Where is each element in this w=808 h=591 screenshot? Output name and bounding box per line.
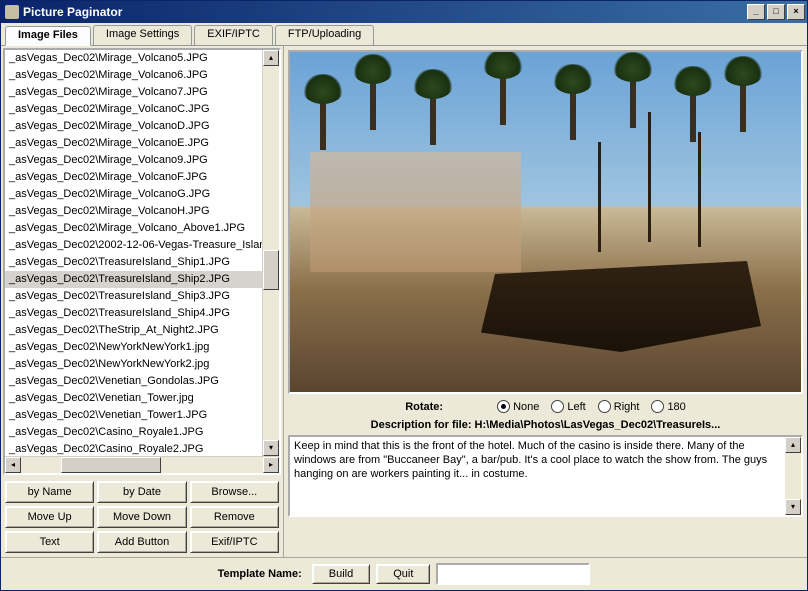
template-name-input[interactable] [436, 563, 590, 585]
file-item[interactable]: _asVegas_Dec02\Mirage_VolcanoF.JPG [5, 169, 263, 186]
radio-icon [651, 400, 664, 413]
radio-icon [497, 400, 510, 413]
tab-bar: Image Files Image Settings EXIF/IPTC FTP… [1, 23, 807, 46]
file-item[interactable]: _asVegas_Dec02\Mirage_Volcano6.JPG [5, 67, 263, 84]
file-item[interactable]: _asVegas_Dec02\Venetian_Gondolas.JPG [5, 373, 263, 390]
app-icon [5, 5, 19, 19]
add-button-button[interactable]: Add Button [97, 531, 186, 553]
rotate-row: Rotate: None Left Right [286, 396, 805, 417]
scroll-down-arrow-icon[interactable]: ▾ [263, 440, 279, 456]
hscroll-track[interactable] [21, 457, 263, 473]
rotate-right-option[interactable]: Right [598, 400, 640, 413]
rotate-left-option[interactable]: Left [551, 400, 585, 413]
browse-button[interactable]: Browse... [190, 481, 279, 503]
left-pane: _asVegas_Dec02\Mirage_Volcano5.JPG_asVeg… [1, 46, 284, 557]
tab-image-files[interactable]: Image Files [5, 26, 91, 46]
scroll-left-arrow-icon[interactable]: ◂ [5, 457, 21, 473]
tab-image-settings[interactable]: Image Settings [93, 25, 192, 45]
exif-iptc-button[interactable]: Exif/IPTC [190, 531, 279, 553]
text-button[interactable]: Text [5, 531, 94, 553]
file-list[interactable]: _asVegas_Dec02\Mirage_Volcano5.JPG_asVeg… [5, 50, 279, 456]
move-up-button[interactable]: Move Up [5, 506, 94, 528]
rotate-radio-group: None Left Right 180 [497, 400, 686, 413]
file-item[interactable]: _asVegas_Dec02\TheStrip_At_Night2.JPG [5, 322, 263, 339]
file-item[interactable]: _asVegas_Dec02\NewYorkNewYork2.jpg [5, 356, 263, 373]
file-item[interactable]: _asVegas_Dec02\TreasureIsland_Ship1.JPG [5, 254, 263, 271]
window-controls: _ □ × [747, 4, 805, 20]
titlebar: Picture Paginator _ □ × [1, 1, 807, 23]
rotate-label: Rotate: [405, 401, 443, 413]
hscroll-thumb[interactable] [61, 457, 161, 473]
app-window: Picture Paginator _ □ × Image Files Imag… [0, 0, 808, 591]
quit-button[interactable]: Quit [376, 564, 430, 584]
description-textarea[interactable]: Keep in mind that this is the front of t… [290, 437, 785, 515]
move-down-button[interactable]: Move Down [97, 506, 186, 528]
template-name-label: Template Name: [218, 568, 302, 580]
scroll-up-arrow-icon[interactable]: ▴ [263, 50, 279, 66]
footer-bar: Template Name: Build Quit [1, 557, 807, 590]
scroll-down-arrow-icon[interactable]: ▾ [785, 499, 801, 515]
close-button[interactable]: × [787, 4, 805, 20]
description-box: Keep in mind that this is the front of t… [288, 435, 803, 517]
file-item[interactable]: _asVegas_Dec02\Mirage_VolcanoG.JPG [5, 186, 263, 203]
rotate-none-label: None [513, 401, 539, 413]
rotate-180-option[interactable]: 180 [651, 400, 685, 413]
file-item[interactable]: _asVegas_Dec02\Mirage_Volcano7.JPG [5, 84, 263, 101]
scroll-up-arrow-icon[interactable]: ▴ [785, 437, 801, 453]
file-item[interactable]: _asVegas_Dec02\Venetian_Tower.jpg [5, 390, 263, 407]
file-item[interactable]: _asVegas_Dec02\TreasureIsland_Ship3.JPG [5, 288, 263, 305]
scroll-thumb[interactable] [263, 250, 279, 290]
file-list-hscrollbar[interactable]: ◂ ▸ [5, 456, 279, 473]
file-item[interactable]: _asVegas_Dec02\NewYorkNewYork1.jpg [5, 339, 263, 356]
file-item[interactable]: _asVegas_Dec02\Mirage_VolcanoC.JPG [5, 101, 263, 118]
image-preview [288, 50, 803, 394]
radio-icon [598, 400, 611, 413]
remove-button[interactable]: Remove [190, 506, 279, 528]
rotate-left-label: Left [567, 401, 585, 413]
radio-icon [551, 400, 564, 413]
button-grid: by Name by Date Browse... Move Up Move D… [1, 477, 283, 557]
file-item[interactable]: _asVegas_Dec02\Mirage_VolcanoE.JPG [5, 135, 263, 152]
by-name-button[interactable]: by Name [5, 481, 94, 503]
preview-scene [290, 52, 801, 392]
maximize-button[interactable]: □ [767, 4, 785, 20]
file-item[interactable]: _asVegas_Dec02\Venetian_Tower1.JPG [5, 407, 263, 424]
file-item[interactable]: _asVegas_Dec02\Casino_Royale2.JPG [5, 441, 263, 456]
description-file-label: Description for file: H:\Media\Photos\La… [286, 417, 805, 435]
rotate-180-label: 180 [667, 401, 685, 413]
file-item[interactable]: _asVegas_Dec02\Mirage_VolcanoD.JPG [5, 118, 263, 135]
file-item[interactable]: _asVegas_Dec02\Mirage_Volcano5.JPG [5, 50, 263, 67]
rotate-none-option[interactable]: None [497, 400, 539, 413]
tab-exif-iptc[interactable]: EXIF/IPTC [194, 25, 273, 45]
file-item[interactable]: _asVegas_Dec02\Mirage_VolcanoH.JPG [5, 203, 263, 220]
panes: _asVegas_Dec02\Mirage_Volcano5.JPG_asVeg… [1, 46, 807, 557]
description-vscrollbar[interactable]: ▴ ▾ [785, 437, 801, 515]
file-item[interactable]: _asVegas_Dec02\TreasureIsland_Ship2.JPG [5, 271, 263, 288]
file-item[interactable]: _asVegas_Dec02\2002-12-06-Vegas-Treasure… [5, 237, 263, 254]
file-item[interactable]: _asVegas_Dec02\Mirage_Volcano_Above1.JPG [5, 220, 263, 237]
file-item[interactable]: _asVegas_Dec02\TreasureIsland_Ship4.JPG [5, 305, 263, 322]
build-button[interactable]: Build [312, 564, 370, 584]
right-pane: Rotate: None Left Right [284, 46, 807, 557]
file-list-container: _asVegas_Dec02\Mirage_Volcano5.JPG_asVeg… [3, 48, 281, 475]
file-item[interactable]: _asVegas_Dec02\Casino_Royale1.JPG [5, 424, 263, 441]
file-list-vscrollbar[interactable]: ▴ ▾ [262, 50, 279, 456]
window-title: Picture Paginator [23, 5, 747, 19]
tab-ftp-uploading[interactable]: FTP/Uploading [275, 25, 374, 45]
file-item[interactable]: _asVegas_Dec02\Mirage_Volcano9.JPG [5, 152, 263, 169]
minimize-button[interactable]: _ [747, 4, 765, 20]
content-area: _asVegas_Dec02\Mirage_Volcano5.JPG_asVeg… [1, 46, 807, 590]
rotate-right-label: Right [614, 401, 640, 413]
by-date-button[interactable]: by Date [97, 481, 186, 503]
scroll-right-arrow-icon[interactable]: ▸ [263, 457, 279, 473]
